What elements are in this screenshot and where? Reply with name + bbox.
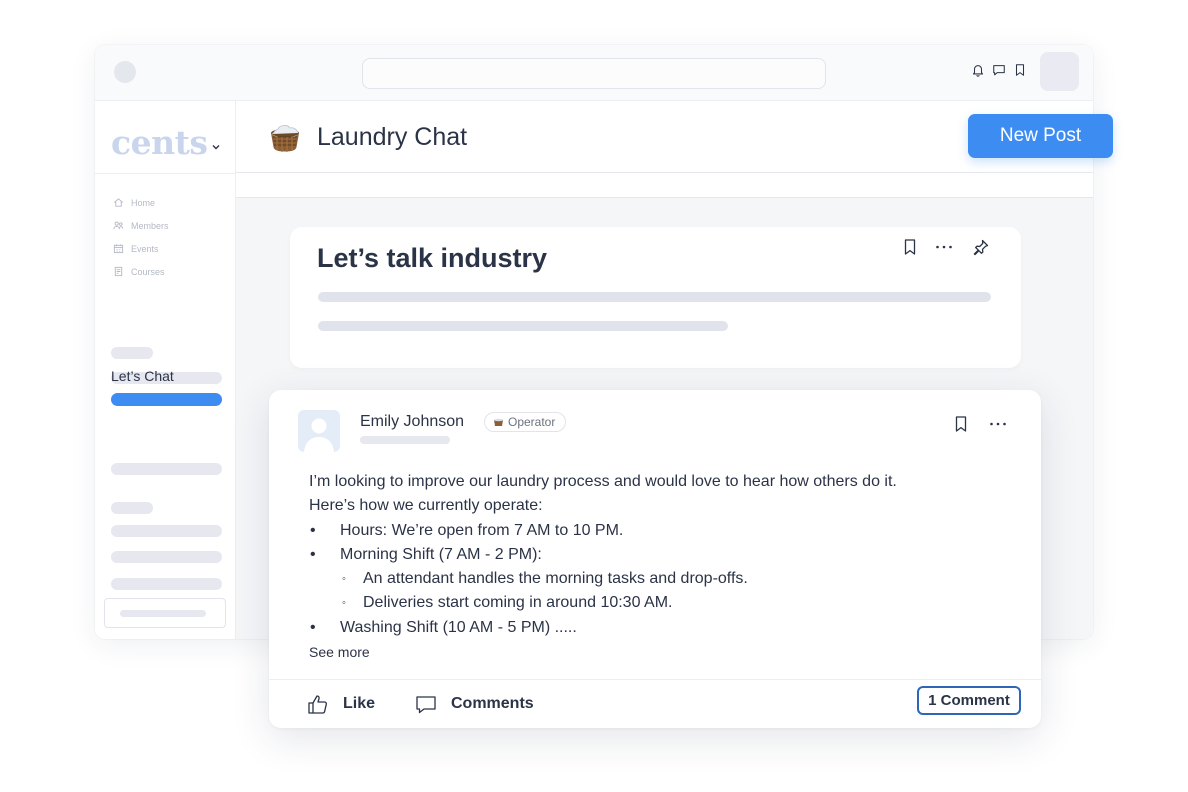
bell-icon[interactable] — [971, 63, 985, 77]
sidebar-placeholder — [111, 347, 153, 359]
laundry-basket-icon — [271, 125, 299, 152]
sidebar-item-members[interactable]: Members — [113, 214, 169, 237]
topic-placeholder — [318, 321, 728, 331]
post-line: I’m looking to improve our laundry proce… — [309, 473, 897, 490]
sidebar-placeholder[interactable] — [111, 525, 222, 537]
role-badge: Operator — [484, 412, 567, 432]
sidebar: cents Home Members Events Courses Let’s — [95, 101, 236, 639]
sidebar-placeholder — [111, 502, 153, 514]
bullet-marker: • — [310, 521, 316, 539]
more-options-icon[interactable] — [935, 238, 953, 256]
cents-logo[interactable]: cents — [111, 123, 208, 162]
chevron-down-icon[interactable] — [211, 142, 221, 152]
sidebar-placeholder[interactable] — [111, 463, 222, 475]
comments-label: Comments — [451, 695, 534, 712]
bookmark-icon[interactable] — [1013, 63, 1027, 77]
sidebar-item-label: Members — [131, 220, 169, 231]
courses-icon — [114, 266, 123, 277]
role-label: Operator — [508, 415, 556, 429]
sidebar-item-active[interactable] — [111, 393, 222, 406]
post-bullet: • Hours: We’re open from 7 AM to 10 PM. — [309, 519, 1009, 543]
comments-button[interactable]: Comments — [415, 693, 534, 715]
like-label: Like — [343, 695, 376, 712]
channel-title: Laundry Chat — [317, 123, 468, 151]
bookmark-icon[interactable] — [952, 415, 970, 433]
comment-icon — [416, 696, 436, 714]
laundry-basket-icon — [494, 418, 503, 426]
bullet-marker: • — [310, 545, 316, 563]
bookmark-icon[interactable] — [901, 238, 919, 256]
sub-bullet-marker: ◦ — [342, 597, 346, 610]
sidebar-nav: Home Members Events Courses — [113, 191, 169, 283]
sub-bullet-marker: ◦ — [342, 573, 346, 586]
like-button[interactable]: Like — [307, 693, 375, 715]
calendar-icon — [113, 244, 124, 254]
chat-icon[interactable] — [992, 63, 1006, 77]
sidebar-placeholder[interactable] — [111, 578, 222, 590]
more-options-icon[interactable] — [989, 415, 1007, 433]
bullet-marker: • — [310, 618, 316, 636]
sub-bullet-text: Deliveries start coming in around 10:30 … — [363, 594, 673, 612]
home-icon — [114, 198, 123, 207]
post-meta-placeholder — [360, 436, 450, 444]
comment-count-button[interactable]: 1 Comment — [917, 686, 1021, 715]
top-bar — [95, 45, 1093, 101]
post-bullet: • Washing Shift (10 AM - 5 PM) ..... — [309, 616, 1009, 640]
sidebar-footer-button[interactable] — [104, 598, 226, 628]
thumbs-up-icon — [308, 695, 327, 714]
sidebar-item-home[interactable]: Home — [113, 191, 169, 214]
sidebar-item-label: Courses — [131, 266, 165, 277]
sidebar-item-courses[interactable]: Courses — [113, 260, 169, 283]
sub-bullet-text: An attendant handles the morning tasks a… — [363, 570, 748, 588]
post-divider — [269, 679, 1041, 680]
post-sub-bullet: ◦ An attendant handles the morning tasks… — [309, 567, 1009, 591]
bullet-text: Hours: We’re open from 7 AM to 10 PM. — [340, 521, 624, 539]
sidebar-item-events[interactable]: Events — [113, 237, 169, 260]
window-dot — [114, 61, 136, 83]
channel-header: Laundry Chat — [236, 101, 1093, 173]
post-bullet: • Morning Shift (7 AM - 2 PM): — [309, 543, 1009, 567]
bullet-text: Washing Shift (10 AM - 5 PM) ..... — [340, 618, 577, 636]
topic-placeholder — [318, 292, 991, 302]
post-card: Emily Johnson Operator I’m looking to im… — [269, 390, 1041, 728]
channel-subheader — [236, 173, 1093, 198]
author-avatar[interactable] — [298, 410, 340, 452]
bullet-text: Morning Shift (7 AM - 2 PM): — [340, 545, 542, 563]
see-more-link[interactable]: See more — [309, 644, 370, 660]
post-line: Here’s how we currently operate: — [309, 497, 543, 515]
pin-icon[interactable] — [972, 238, 990, 256]
user-avatar[interactable] — [1040, 52, 1079, 91]
sidebar-section-label: Let’s Chat — [111, 368, 174, 384]
sidebar-item-label: Home — [131, 197, 156, 208]
post-body: I’m looking to improve our laundry proce… — [309, 470, 1009, 640]
user-silhouette-icon — [304, 418, 334, 452]
post-sub-bullet: ◦ Deliveries start coming in around 10:3… — [309, 591, 1009, 615]
members-icon — [113, 221, 124, 230]
search-input[interactable] — [362, 58, 826, 89]
sidebar-placeholder[interactable] — [111, 551, 222, 563]
topic-title: Let’s talk industry — [317, 243, 548, 273]
sidebar-item-label: Events — [131, 243, 159, 254]
topic-card: Let’s talk industry — [290, 227, 1021, 368]
author-name[interactable]: Emily Johnson — [360, 413, 464, 431]
sidebar-footer-placeholder — [120, 610, 206, 617]
sidebar-divider — [95, 173, 236, 174]
new-post-button[interactable]: New Post — [968, 114, 1113, 158]
top-icons — [971, 63, 1027, 77]
